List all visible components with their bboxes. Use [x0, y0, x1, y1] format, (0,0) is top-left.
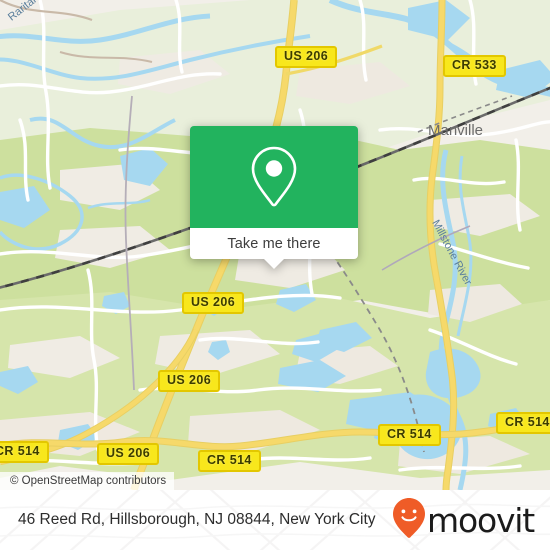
moovit-logo[interactable]: moovit: [392, 497, 535, 544]
map-pin-icon: [247, 144, 301, 210]
road-shield: CR 533: [443, 55, 506, 77]
road-shield: US 206: [275, 46, 338, 68]
road-shield: CR 514: [378, 424, 441, 446]
road-shield: CR 514: [0, 441, 49, 463]
moovit-map-screenshot: US 206 CR 533 US 206 US 206 CR 514 US 20…: [0, 0, 550, 550]
take-me-there-label: Take me there: [227, 235, 321, 252]
callout-pointer: [264, 259, 284, 269]
road-shield: CR 514: [496, 412, 550, 434]
moovit-wordmark: moovit: [427, 500, 535, 540]
take-me-there-button[interactable]: Take me there: [190, 228, 358, 269]
road-shield: US 206: [97, 443, 160, 465]
location-callout[interactable]: Take me there: [190, 126, 358, 269]
road-shield: CR 514: [198, 450, 261, 472]
footer-address: 46 Reed Rd, Hillsborough, NJ 08844, New …: [18, 511, 376, 528]
road-shield: US 206: [158, 370, 221, 392]
road-shield: US 206: [182, 292, 245, 314]
callout-icon-area: [190, 126, 358, 228]
map-attribution[interactable]: © OpenStreetMap contributors: [0, 472, 175, 490]
place-label-manville: Manville: [428, 122, 484, 139]
map-canvas[interactable]: US 206 CR 533 US 206 US 206 CR 514 US 20…: [0, 0, 550, 490]
footer-bar: 46 Reed Rd, Hillsborough, NJ 08844, New …: [0, 490, 550, 550]
moovit-pin-icon: [392, 497, 426, 544]
